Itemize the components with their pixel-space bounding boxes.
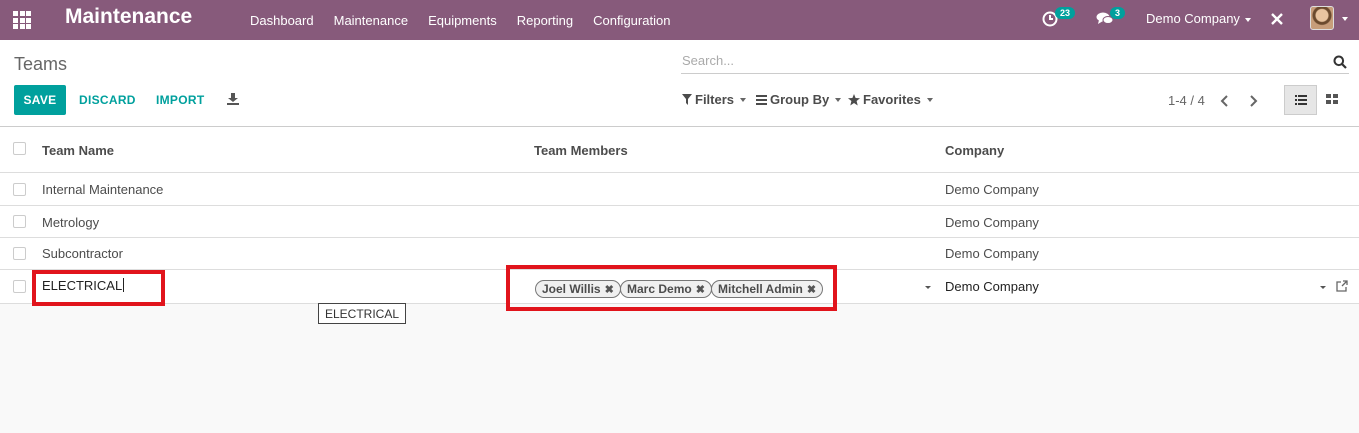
chevron-down-icon [926, 97, 933, 102]
remove-tag-icon[interactable]: ✖ [605, 283, 614, 296]
company-cell: Demo Company [945, 182, 1039, 197]
apps-menu-icon[interactable] [13, 11, 31, 29]
filters-label: Filters [695, 92, 735, 107]
star-icon [848, 93, 860, 105]
chevron-down-icon [740, 97, 747, 102]
table-row[interactable]: Internal Maintenance Demo Company [0, 173, 1359, 206]
member-name: Marc Demo [627, 282, 692, 296]
group-by-label: Group By [770, 92, 830, 107]
company-field[interactable]: Demo Company [945, 279, 1039, 294]
member-tag[interactable]: Marc Demo ✖ [620, 280, 712, 298]
filter-icon [682, 94, 692, 105]
row-checkbox[interactable] [13, 183, 26, 196]
control-panel: Teams SAVE DISCARD IMPORT Filters Group … [0, 40, 1359, 127]
row-checkbox[interactable] [13, 215, 26, 228]
search-icon[interactable] [1333, 55, 1347, 69]
import-button[interactable]: IMPORT [156, 85, 204, 115]
app-title[interactable]: Maintenance [65, 5, 192, 29]
list-view-icon [1295, 95, 1307, 105]
member-tag[interactable]: Joel Willis ✖ [535, 280, 621, 298]
company-cell: Demo Company [945, 215, 1039, 230]
menu-configuration[interactable]: Configuration [583, 13, 680, 28]
remove-tag-icon[interactable]: ✖ [696, 283, 705, 296]
pager-previous-icon[interactable] [1220, 95, 1230, 107]
company-name: Demo Company [1146, 11, 1240, 26]
message-count-badge: 3 [1110, 7, 1126, 19]
column-company[interactable]: Company [945, 143, 1004, 158]
chevron-down-icon [835, 97, 842, 102]
select-all-checkbox[interactable] [13, 142, 26, 155]
company-dropdown-icon[interactable] [1320, 286, 1326, 289]
column-team-name[interactable]: Team Name [42, 143, 114, 158]
activity-count-badge: 23 [1055, 7, 1076, 19]
table-header: Team Name Team Members Company [0, 127, 1359, 173]
chevron-down-icon [1244, 17, 1251, 22]
team-name: Metrology [42, 215, 100, 230]
pager-next-icon[interactable] [1248, 95, 1258, 107]
team-name: Subcontractor [42, 246, 123, 261]
save-button[interactable]: SAVE [14, 85, 66, 115]
group-by-icon [756, 94, 767, 105]
menu-maintenance[interactable]: Maintenance [324, 13, 418, 28]
company-switcher[interactable]: Demo Company [1146, 11, 1251, 26]
external-link-icon[interactable] [1336, 280, 1348, 292]
search-input[interactable] [682, 53, 1302, 68]
pager-value[interactable]: 1-4 / 4 [1168, 93, 1205, 108]
top-navbar: Maintenance Dashboard Maintenance Equipm… [0, 0, 1359, 40]
favorites-dropdown[interactable]: Favorites [848, 92, 933, 107]
column-team-members[interactable]: Team Members [534, 143, 628, 158]
filters-dropdown[interactable]: Filters [682, 92, 747, 107]
company-cell: Demo Company [945, 246, 1039, 261]
user-avatar[interactable] [1310, 6, 1334, 30]
discard-button[interactable]: DISCARD [79, 85, 136, 115]
search-bar [681, 52, 1349, 74]
menu-reporting[interactable]: Reporting [507, 13, 583, 28]
kanban-view-button[interactable] [1317, 85, 1347, 115]
team-name: Internal Maintenance [42, 182, 164, 197]
remove-tag-icon[interactable]: ✖ [807, 283, 816, 296]
breadcrumb[interactable]: Teams [14, 54, 67, 75]
member-tag[interactable]: Mitchell Admin ✖ [711, 280, 824, 298]
group-by-dropdown[interactable]: Group By [756, 92, 842, 107]
kanban-view-icon [1326, 94, 1338, 104]
debug-tools-icon[interactable] [1270, 12, 1284, 26]
members-dropdown-icon[interactable] [925, 286, 931, 289]
name-tooltip: ELECTRICAL [318, 303, 407, 324]
favorites-label: Favorites [863, 92, 921, 107]
row-checkbox[interactable] [13, 247, 26, 260]
member-name: Mitchell Admin [718, 282, 803, 296]
user-menu-chevron-icon[interactable] [1342, 17, 1348, 21]
menu-dashboard[interactable]: Dashboard [240, 13, 324, 28]
download-icon[interactable] [227, 93, 239, 105]
list-view-button[interactable] [1284, 85, 1317, 115]
row-checkbox[interactable] [13, 280, 26, 293]
menu-equipments[interactable]: Equipments [418, 13, 507, 28]
main-menu: Dashboard Maintenance Equipments Reporti… [240, 0, 680, 40]
member-name: Joel Willis [542, 282, 601, 296]
table-row[interactable]: Metrology Demo Company [0, 206, 1359, 238]
highlight-team-name [32, 270, 165, 306]
